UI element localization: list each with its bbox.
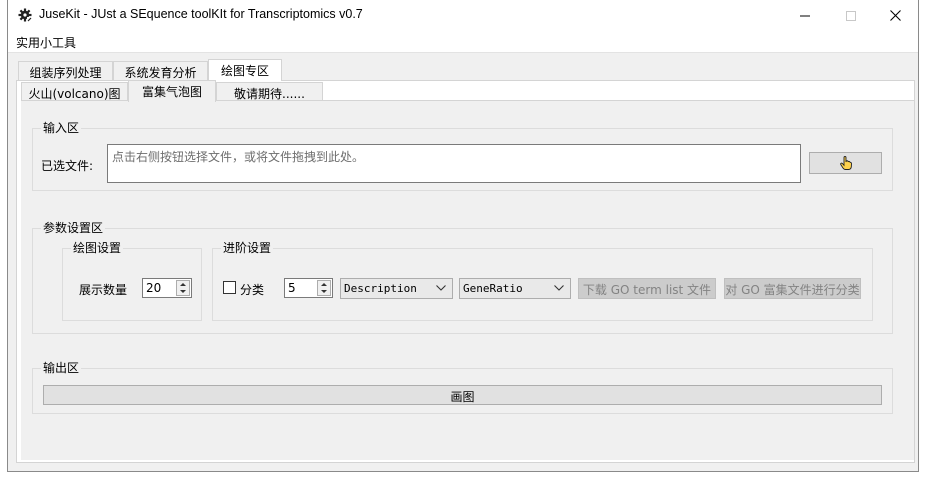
subtab-coming-soon[interactable]: 敬请期待...... [216, 82, 323, 102]
advanced-settings-title: 进阶设置 [221, 241, 274, 255]
chevron-down-icon [436, 285, 446, 291]
file-path-field[interactable]: 点击右侧按钮选择文件，或将文件拖拽到此处。 [107, 144, 801, 183]
stepper-arrows[interactable] [317, 280, 331, 296]
tab-assembly[interactable]: 组装序列处理 [18, 61, 113, 81]
display-count-value: 20 [146, 281, 162, 295]
close-button[interactable] [872, 0, 918, 31]
browse-file-button[interactable] [809, 152, 882, 174]
minimize-button[interactable] [782, 0, 828, 31]
maximize-button[interactable] [828, 0, 874, 31]
chevron-down-icon [554, 285, 564, 291]
gear-icon [18, 8, 32, 22]
maximize-icon [846, 10, 856, 21]
xaxis-select[interactable]: GeneRatio [459, 278, 571, 299]
display-count-stepper[interactable]: 20 [142, 278, 192, 298]
classify-count-value: 5 [288, 281, 296, 295]
params-section-title: 参数设置区 [41, 221, 106, 235]
plot-settings-title: 绘图设置 [71, 241, 124, 255]
tab-phylogeny[interactable]: 系统发育分析 [113, 61, 208, 81]
close-icon [889, 10, 901, 21]
window-title: JuseKit - JUst a SEquence toolKIt for Tr… [39, 7, 363, 21]
column-select-value: Description [344, 282, 417, 295]
display-count-label: 展示数量 [79, 283, 128, 297]
tab-plotting[interactable]: 绘图专区 [208, 59, 282, 81]
classify-count-stepper[interactable]: 5 [284, 278, 333, 298]
stepper-arrows[interactable] [176, 280, 190, 296]
xaxis-select-value: GeneRatio [463, 282, 523, 295]
file-label: 已选文件: [41, 159, 94, 173]
output-section-title: 输出区 [41, 361, 82, 375]
menu-bar: 实用小工具 [8, 31, 918, 53]
classify-label: 分类 [240, 283, 265, 297]
draw-button[interactable]: 画图 [43, 385, 882, 405]
column-select[interactable]: Description [340, 278, 453, 299]
menu-tools[interactable]: 实用小工具 [16, 34, 76, 51]
subtab-enrichment-bubble[interactable]: 富集气泡图 [128, 80, 216, 102]
download-go-term-list-button[interactable]: 下载 GO term list 文件 [578, 278, 716, 299]
app-window: JuseKit - JUst a SEquence toolKIt for Tr… [7, 0, 919, 472]
input-section-title: 输入区 [41, 121, 82, 135]
subtab-volcano[interactable]: 火山(volcano)图 [21, 82, 128, 102]
classify-go-enrichment-button[interactable]: 对 GO 富集文件进行分类 [724, 278, 861, 299]
classify-checkbox[interactable] [223, 281, 236, 294]
title-bar: JuseKit - JUst a SEquence toolKIt for Tr… [8, 0, 918, 31]
minimize-icon [800, 15, 810, 16]
pointer-hand-icon [839, 156, 852, 170]
